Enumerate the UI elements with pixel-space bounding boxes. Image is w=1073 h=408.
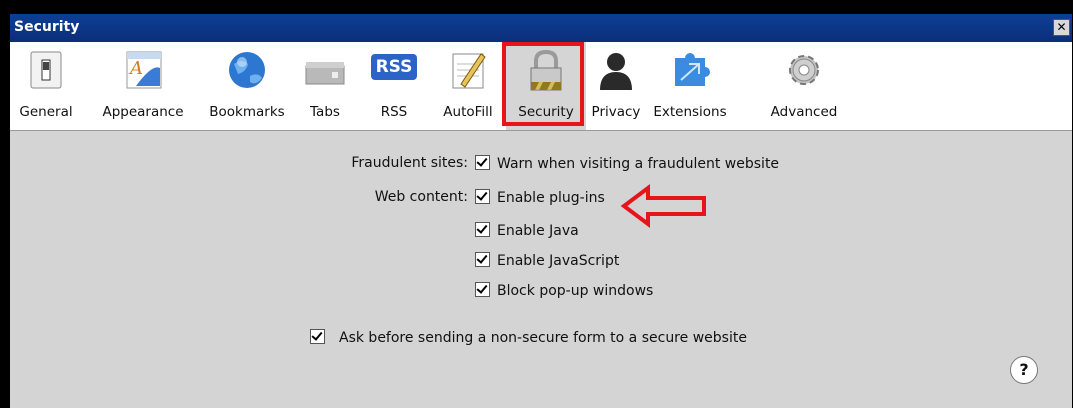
switch-icon (30, 51, 62, 89)
security-pane: Fraudulent sites: Warn when visiting a f… (10, 131, 1072, 408)
warn-fraudulent-checkbox[interactable]: Warn when visiting a fraudulent website (475, 155, 779, 172)
checkbox-label: Ask before sending a non-secure form to … (339, 330, 747, 346)
tab-label: General (19, 104, 73, 120)
gear-icon (789, 55, 819, 85)
tab-advanced[interactable]: Advanced (762, 42, 846, 130)
fraudulent-sites-label: Fraudulent sites: (351, 155, 468, 171)
help-button[interactable]: ? (1010, 356, 1038, 384)
checkbox-label: Enable Java (497, 223, 579, 239)
preferences-toolbar: General A Appearance Bookmarks Tabs RSS … (10, 42, 1072, 131)
tab-security[interactable]: Security (506, 42, 586, 130)
tab-privacy[interactable]: Privacy (590, 42, 642, 130)
person-icon (600, 53, 632, 90)
tab-label: Advanced (770, 104, 838, 120)
tab-autofill[interactable]: AutoFill (436, 42, 500, 130)
window-title: Security (14, 19, 80, 35)
pencil-icon (452, 53, 486, 89)
tab-extensions[interactable]: Extensions (646, 42, 734, 130)
block-popups-checkbox[interactable]: Block pop-up windows (475, 282, 653, 299)
checkbox-label: Enable JavaScript (497, 253, 620, 269)
tab-general[interactable]: General (12, 42, 80, 130)
enable-javascript-checkbox[interactable]: Enable JavaScript (475, 252, 619, 269)
ask-nonsecure-form-checkbox[interactable]: Ask before sending a non-secure form to … (310, 329, 747, 346)
enable-plugins-checkbox[interactable]: Enable plug-ins (475, 189, 605, 206)
checkbox-label: Warn when visiting a fraudulent website (497, 156, 780, 172)
checkbox-checked[interactable] (475, 189, 490, 204)
checkbox-checked[interactable] (475, 252, 490, 267)
checkbox-checked[interactable] (475, 222, 490, 237)
tab-label: AutoFill (443, 104, 493, 120)
tab-label: Tabs (310, 104, 340, 120)
checkbox-checked[interactable] (310, 329, 325, 344)
tab-tabs[interactable]: Tabs (300, 42, 350, 130)
preferences-window: Security ✕ General A Appearance Bookmark… (0, 0, 1073, 408)
tab-bookmarks[interactable]: Bookmarks (202, 42, 292, 130)
enable-java-checkbox[interactable]: Enable Java (475, 222, 579, 239)
tab-label: Security (518, 104, 574, 120)
lock-icon (530, 49, 562, 91)
rss-icon: RSS (371, 54, 417, 80)
tab-label: Bookmarks (209, 104, 285, 120)
web-content-label: Web content: (374, 189, 468, 205)
checkbox-checked[interactable] (475, 155, 490, 170)
font-icon: A (126, 51, 162, 89)
annotation-arrow-icon (620, 184, 706, 228)
globe-icon (229, 52, 265, 88)
checkbox-checked[interactable] (475, 282, 490, 297)
puzzle-icon (675, 53, 710, 86)
svg-text:A: A (128, 58, 143, 79)
title-bar: Security ✕ (10, 14, 1072, 42)
tab-label: Extensions (653, 104, 727, 120)
tabs-icon (305, 62, 345, 85)
tab-label: Appearance (102, 104, 184, 120)
tab-rss[interactable]: RSS RSS (366, 42, 422, 130)
tab-appearance[interactable]: A Appearance (96, 42, 190, 130)
tab-label: Privacy (591, 104, 641, 120)
tab-label: RSS (380, 104, 408, 120)
close-button[interactable]: ✕ (1053, 19, 1070, 36)
checkbox-label: Enable plug-ins (497, 190, 605, 206)
checkbox-label: Block pop-up windows (497, 283, 654, 299)
